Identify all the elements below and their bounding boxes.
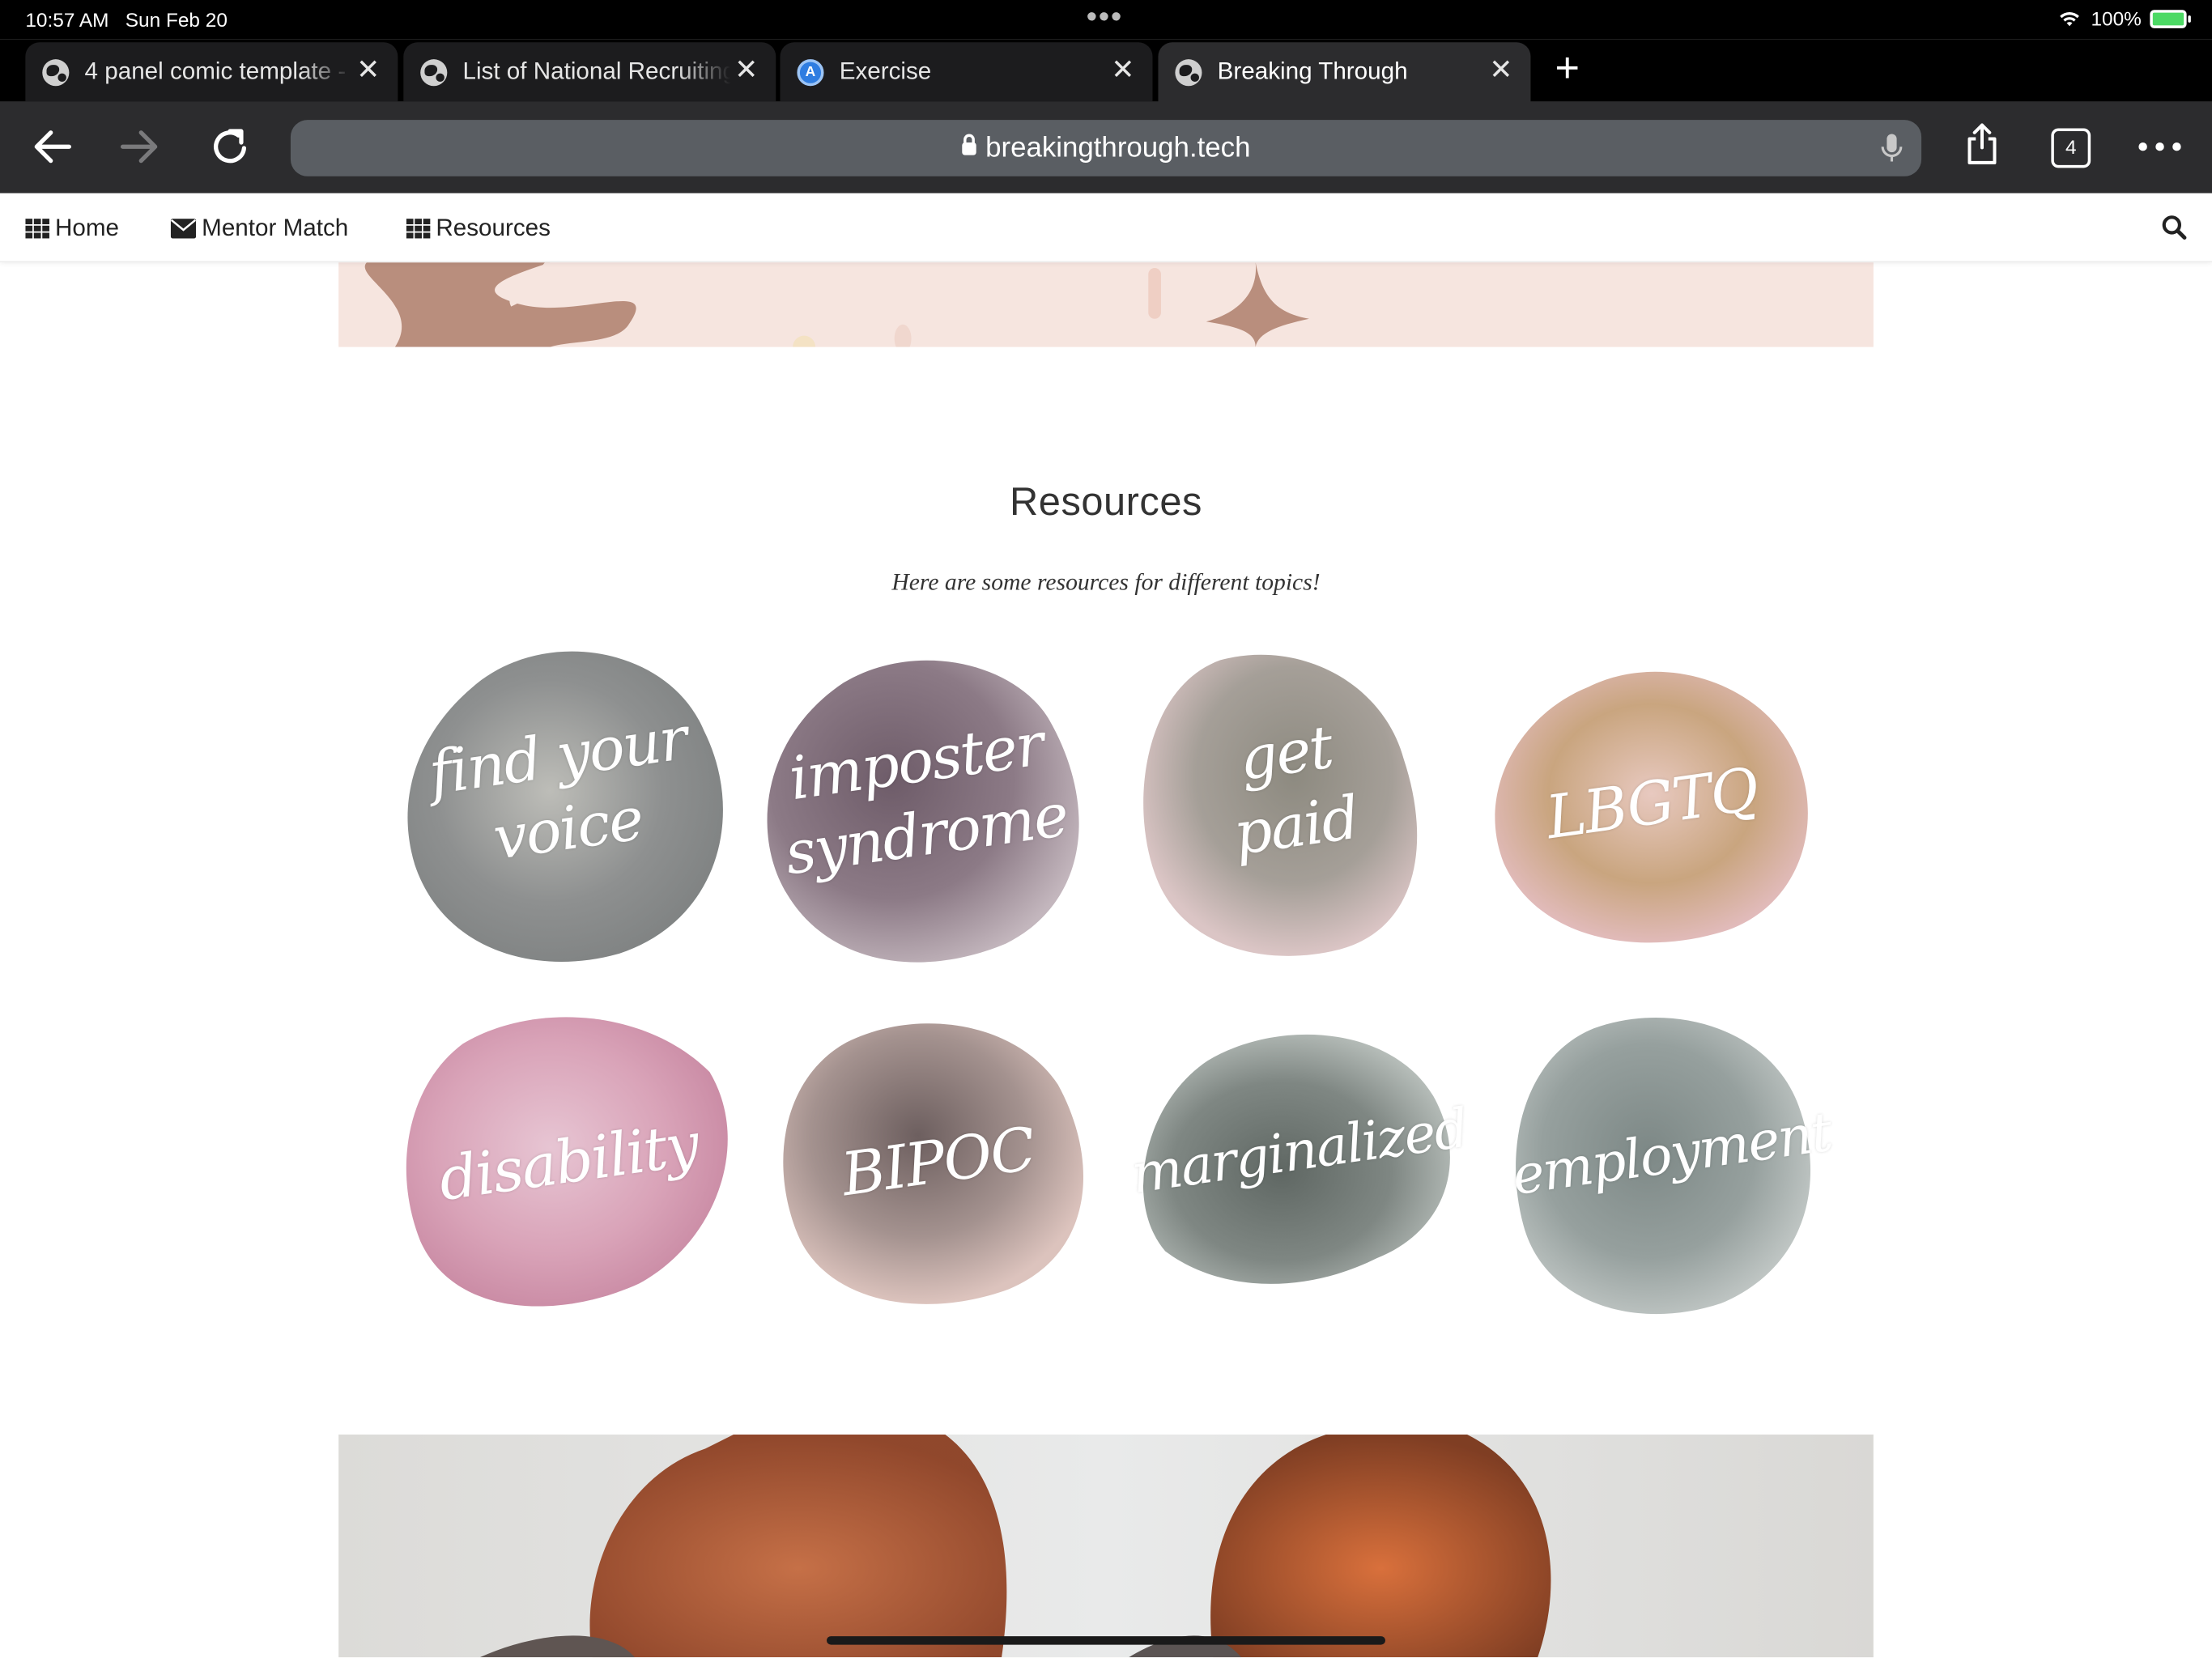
grid-icon [25,219,49,239]
grid-icon [406,219,431,239]
tab-exercise[interactable]: Exercise ✕ [780,42,1153,102]
nav-home-label: Home [54,214,119,241]
ipad-screen: 10:57 AM Sun Feb 20 ••• 100% 4 panel com… [0,0,2212,1658]
lock-icon [961,134,976,155]
tab-overview-button[interactable]: 4 [2051,128,2091,168]
search-icon[interactable] [2161,215,2187,240]
address-text: breakingthrough.tech [291,131,1921,165]
status-bar: 10:57 AM Sun Feb 20 ••• 100% [0,0,2212,40]
forward-arrow-icon[interactable] [117,124,163,169]
globe-icon [420,59,448,87]
nav-mentor-match-label: Mentor Match [202,214,349,241]
site-navigation: Home Mentor Match Resources [0,193,2212,263]
photo-two-women [338,1434,1874,1658]
resource-bipoc[interactable]: BIPOC [762,1007,1115,1346]
close-icon[interactable]: ✕ [734,57,759,85]
microphone-icon[interactable] [1879,133,1904,164]
envelope-icon [170,219,197,239]
tab-title: Exercise [839,57,932,85]
close-icon[interactable]: ✕ [1110,57,1135,85]
battery-icon [2150,9,2191,28]
share-icon[interactable] [1959,121,2005,167]
tab-breaking-through[interactable]: Breaking Through ✕ [1158,42,1531,102]
floral-illustration [364,262,1309,347]
tab-title: 4 panel comic template - [84,57,347,85]
status-time: 10:57 AM Sun Feb 20 [25,8,228,31]
globe-icon [1175,59,1202,87]
tab-title: Breaking Through [1217,57,1408,85]
resource-employment[interactable]: employment [1495,1007,1848,1346]
wifi-icon [2060,12,2080,27]
resource-disability[interactable]: disability [392,1001,745,1340]
back-arrow-icon[interactable] [30,124,75,169]
hero-banner-top [338,262,1874,347]
label-line-1: get [1235,712,1337,794]
tab-comic-template[interactable]: 4 panel comic template - ✕ [25,42,398,102]
tab-bar: 4 panel comic template - ✕ List of Natio… [0,39,2212,102]
battery-percent: 100% [2091,6,2142,30]
hero-photo-bottom [338,1434,1874,1658]
status-date: Sun Feb 20 [125,8,228,32]
close-icon[interactable]: ✕ [355,57,381,85]
battery-fill [2152,11,2184,25]
reload-icon[interactable] [207,124,253,169]
address-bar[interactable]: breakingthrough.tech [290,120,1922,176]
status-right: 100% [2057,6,2191,30]
resource-find-your-voice[interactable]: find your voice [386,632,739,971]
url-text: breakingthrough.tech [985,132,1251,164]
more-options-icon[interactable] [2138,124,2183,169]
home-indicator[interactable] [827,1636,1385,1645]
tab-national-recruiting[interactable]: List of National Recruiting ✕ [403,42,776,102]
tab-title: List of National Recruiting [462,57,731,85]
resource-imposter-syndrome[interactable]: imposter syndrome [745,640,1098,979]
resource-lbgtq[interactable]: LBGTQ [1475,652,1828,990]
app-store-icon [797,59,824,87]
new-tab-plus-icon[interactable]: + [1549,47,1585,90]
close-icon[interactable]: ✕ [1488,57,1513,85]
nav-mentor-match[interactable]: Mentor Match [170,213,349,244]
nav-resources-label: Resources [436,214,551,241]
nav-resources[interactable]: Resources [406,213,551,244]
multitasking-dots-icon[interactable]: ••• [1087,0,1123,34]
globe-icon [42,59,70,87]
nav-home[interactable]: Home [25,213,119,244]
label-line-2: paid [1229,782,1363,869]
resource-get-paid[interactable]: get paid [1114,646,1467,984]
resources-heading: Resources [1010,479,1202,524]
resource-marginalized[interactable]: marginalized [1123,1018,1476,1357]
browser-toolbar: breakingthrough.tech 4 [0,101,2212,193]
status-clock: 10:57 AM [25,8,109,32]
resources-subtitle: Here are some resources for different to… [891,568,1321,596]
